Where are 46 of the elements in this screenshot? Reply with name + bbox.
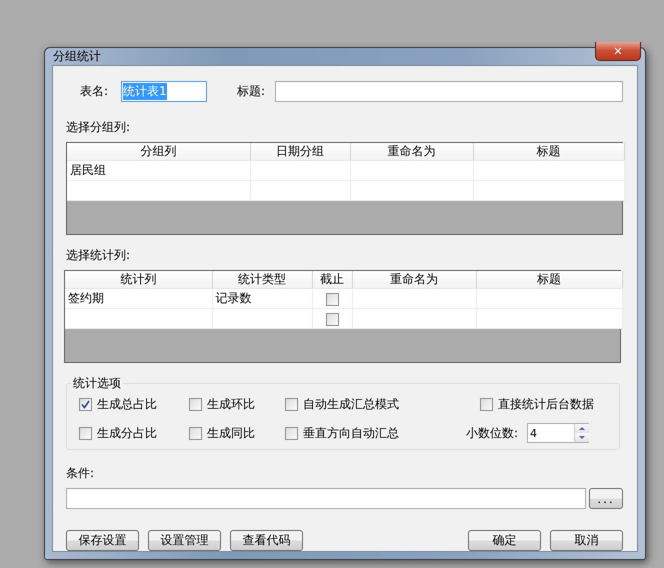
input-field[interactable] [275, 81, 623, 102]
field-label: 条件: [66, 466, 94, 480]
column-header[interactable]: 日期分组 [250, 143, 350, 160]
column-header[interactable]: 统计类型 [212, 271, 312, 288]
field-label: 标题: [237, 83, 266, 100]
action-button[interactable]: 设置管理 [148, 530, 221, 551]
table-cell: 签约期 [68, 290, 104, 307]
window-title: 分组统计 [52, 48, 101, 65]
checkbox-label[interactable]: 生成分占比 [97, 424, 157, 442]
column-header[interactable]: 统计列 [65, 271, 212, 288]
column-header[interactable]: 重命名为 [350, 143, 473, 160]
column-header[interactable]: 标题 [476, 271, 622, 288]
checkbox[interactable] [326, 312, 338, 326]
table-cell: 记录数 [216, 290, 252, 307]
input-field[interactable] [66, 488, 586, 509]
table-cell: 居民组 [70, 162, 106, 179]
field-label: 小数位数: [466, 424, 518, 442]
column-header[interactable]: 截止 [312, 271, 352, 288]
checkbox-label[interactable]: 直接统计后台数据 [498, 396, 594, 413]
action-button[interactable]: 确定 [468, 530, 541, 551]
action-button[interactable]: 保存设置 [66, 530, 139, 551]
section-label: 选择统计列: [66, 248, 130, 262]
section-label: 选择分组列: [66, 120, 130, 134]
checkbox-label[interactable]: 自动生成汇总模式 [303, 396, 399, 413]
checkbox-label[interactable]: 生成环比 [207, 396, 255, 413]
checkbox[interactable] [326, 292, 338, 306]
close-button[interactable]: ✕ [595, 42, 641, 61]
column-header[interactable]: 分组列 [67, 143, 250, 160]
checkbox[interactable] [285, 426, 298, 440]
group-title: 统计选项 [72, 375, 122, 392]
browse-button[interactable]: ... [589, 488, 623, 509]
column-header[interactable]: 标题 [473, 143, 624, 160]
checkbox[interactable] [189, 426, 202, 440]
checkbox[interactable] [285, 398, 298, 411]
action-button[interactable]: 取消 [550, 530, 623, 551]
checkbox[interactable] [79, 426, 92, 440]
number-field[interactable]: 4 [527, 423, 574, 443]
checkbox-label[interactable]: 垂直方向自动汇总 [303, 424, 399, 442]
checkbox-label[interactable]: 生成同比 [207, 424, 255, 442]
checkbox[interactable] [189, 398, 202, 411]
checkbox[interactable] [480, 398, 493, 411]
column-header[interactable]: 重命名为 [352, 271, 476, 288]
action-button[interactable]: 查看代码 [230, 530, 303, 551]
checkbox[interactable] [79, 398, 92, 411]
checkbox-label[interactable]: 生成总占比 [97, 396, 157, 413]
field-label: 表名: [80, 83, 108, 100]
